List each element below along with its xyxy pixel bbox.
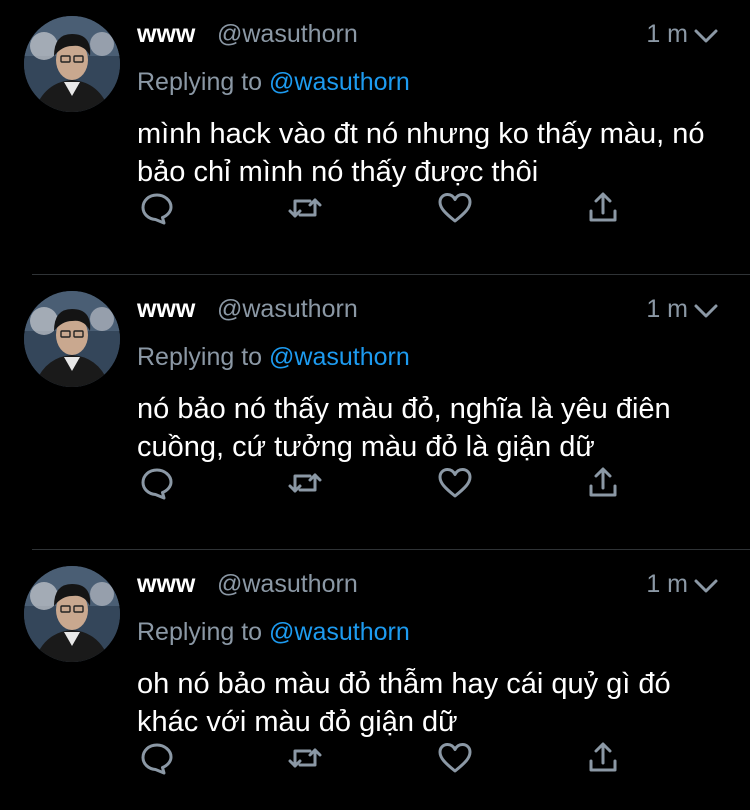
display-name[interactable]: www <box>137 570 195 599</box>
replying-to: Replying to @wasuthorn <box>137 343 410 372</box>
display-name[interactable]: www <box>137 20 195 49</box>
action-bar <box>137 190 637 230</box>
reply-icon <box>138 464 176 507</box>
action-bar <box>137 465 637 505</box>
share-icon <box>584 464 622 507</box>
share-icon <box>584 739 622 782</box>
share-button[interactable] <box>583 740 623 780</box>
tweet-text: nó bảo nó thấy màu đỏ, nghĩa là yêu điên… <box>137 393 671 463</box>
username[interactable]: @wasuthorn <box>217 20 358 49</box>
mention-link[interactable]: @wasuthorn <box>269 343 410 371</box>
mention-link[interactable]: @wasuthorn <box>269 68 410 96</box>
retweet-icon <box>286 464 324 507</box>
retweet-button[interactable] <box>285 190 325 230</box>
replying-to-label: Replying to <box>137 68 263 96</box>
tweet-header: www @wasuthorn 1 m <box>137 18 750 52</box>
share-icon <box>584 189 622 232</box>
username[interactable]: @wasuthorn <box>217 295 358 324</box>
reply-icon <box>138 189 176 232</box>
retweet-icon <box>286 189 324 232</box>
tweet-text: oh nó bảo màu đỏ thẫm hay cái quỷ gì đó … <box>137 668 671 738</box>
reply-button[interactable] <box>137 465 177 505</box>
avatar[interactable] <box>24 291 120 387</box>
reply-button[interactable] <box>137 740 177 780</box>
reply-icon <box>138 739 176 782</box>
avatar[interactable] <box>24 16 120 112</box>
retweet-button[interactable] <box>285 465 325 505</box>
timestamp[interactable]: 1 m <box>646 20 688 49</box>
chevron-down-icon[interactable] <box>692 576 720 596</box>
tweet-header: www @wasuthorn 1 m <box>137 293 750 327</box>
tweet[interactable]: www @wasuthorn 1 m Replying to @wasuthor… <box>0 550 750 810</box>
share-button[interactable] <box>583 465 623 505</box>
tweet[interactable]: www @wasuthorn 1 m Replying to @wasuthor… <box>0 275 750 550</box>
share-button[interactable] <box>583 190 623 230</box>
like-button[interactable] <box>435 740 475 780</box>
mention-link[interactable]: @wasuthorn <box>269 618 410 646</box>
reply-thread: www @wasuthorn 1 m Replying to @wasuthor… <box>0 0 750 810</box>
action-bar <box>137 740 637 780</box>
retweet-icon <box>286 739 324 782</box>
replying-to: Replying to @wasuthorn <box>137 68 410 97</box>
heart-icon <box>436 739 474 782</box>
retweet-button[interactable] <box>285 740 325 780</box>
username[interactable]: @wasuthorn <box>217 570 358 599</box>
replying-to-label: Replying to <box>137 618 263 646</box>
chevron-down-icon[interactable] <box>692 26 720 46</box>
timestamp[interactable]: 1 m <box>646 570 688 599</box>
like-button[interactable] <box>435 190 475 230</box>
tweet-header: www @wasuthorn 1 m <box>137 568 750 602</box>
display-name[interactable]: www <box>137 295 195 324</box>
replying-to-label: Replying to <box>137 343 263 371</box>
tweet[interactable]: www @wasuthorn 1 m Replying to @wasuthor… <box>0 0 750 275</box>
chevron-down-icon[interactable] <box>692 301 720 321</box>
avatar[interactable] <box>24 566 120 662</box>
heart-icon <box>436 189 474 232</box>
like-button[interactable] <box>435 465 475 505</box>
replying-to: Replying to @wasuthorn <box>137 618 410 647</box>
tweet-text: mình hack vào đt nó nhưng ko thấy màu, n… <box>137 118 705 188</box>
timestamp[interactable]: 1 m <box>646 295 688 324</box>
reply-button[interactable] <box>137 190 177 230</box>
heart-icon <box>436 464 474 507</box>
